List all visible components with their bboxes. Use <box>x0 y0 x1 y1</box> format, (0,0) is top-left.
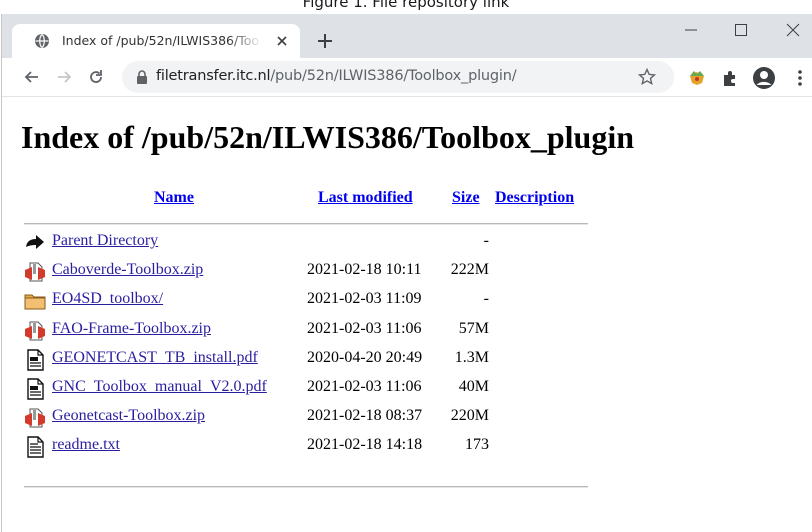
address-bar[interactable]: filetransfer.itc.nl/pub/52n/ILWIS386/Too… <box>122 61 674 93</box>
file-link[interactable]: EO4SD_toolbox/ <box>52 290 163 308</box>
file-row: GEONETCAST_TB_install.pdf 2020-04-20 20:4… <box>2 347 812 373</box>
document-icon <box>24 349 46 371</box>
globe-icon <box>35 34 49 48</box>
compressed-file-icon <box>24 320 46 342</box>
file-link[interactable]: Geonetcast-Toolbox.zip <box>52 407 205 425</box>
file-size: 222M <box>450 261 489 279</box>
browser-toolbar: filetransfer.itc.nl/pub/52n/ILWIS386/Too… <box>2 58 812 96</box>
tab-strip: Index of /pub/52n/ILWIS386/Toolbox_plugi… <box>2 14 812 58</box>
browser-window: Index of /pub/52n/ILWIS386/Toolbox_plugi… <box>1 14 812 532</box>
back-arrow-icon <box>24 232 46 254</box>
active-tab[interactable]: Index of /pub/52n/ILWIS386/Toolbox_plugi… <box>12 24 300 58</box>
text-file-icon <box>24 436 46 459</box>
bookmark-star-icon[interactable] <box>638 68 656 86</box>
size-column-header[interactable]: Size <box>452 189 480 207</box>
file-date: 2021-02-03 11:06 <box>307 378 422 395</box>
folder-icon <box>24 290 46 312</box>
description-column-header[interactable]: Description <box>495 189 574 207</box>
divider <box>24 223 588 225</box>
extension-fox-icon[interactable] <box>687 68 707 88</box>
new-tab-icon[interactable] <box>316 32 334 50</box>
file-listing: Name Last modified Size Description Pare… <box>2 97 812 532</box>
window-close-icon[interactable] <box>780 20 806 40</box>
last-modified-column-header[interactable]: Last modified <box>318 189 413 207</box>
file-date: 2021-02-18 10:11 <box>307 261 422 279</box>
file-size: 220M <box>450 407 489 425</box>
file-row: Parent Directory - <box>2 230 812 256</box>
file-size: 173 <box>465 436 489 454</box>
file-link[interactable]: Parent Directory <box>52 232 158 250</box>
compressed-file-icon <box>24 261 46 283</box>
file-row: EO4SD_toolbox/2021-02-03 11:09 - <box>2 288 812 314</box>
url-text[interactable]: filetransfer.itc.nl/pub/52n/ILWIS386/Too… <box>156 68 517 86</box>
file-row: Geonetcast-Toolbox.zip 2021-02-18 08:37 22… <box>2 405 812 431</box>
file-size: - <box>483 290 489 308</box>
forward-arrow-icon[interactable] <box>54 67 74 87</box>
file-link[interactable]: GNC_Toolbox_manual_V2.0.pdf <box>52 378 267 396</box>
divider <box>24 486 588 488</box>
file-size: - <box>483 232 489 249</box>
minimize-icon[interactable] <box>678 20 704 40</box>
file-date: 2021-02-03 11:06 <box>307 319 422 337</box>
file-link[interactable]: readme.txt <box>52 436 120 454</box>
back-arrow-icon[interactable] <box>22 67 42 87</box>
file-row: GNC_Toolbox_manual_V2.0.pdf 2021-02-03 11… <box>2 376 812 402</box>
file-link[interactable]: Caboverde-Toolbox.zip <box>52 261 203 279</box>
file-row: readme.txt 2021-02-18 14:18 173 <box>2 434 812 460</box>
figure-caption: Figure 1. File repository link <box>302 0 510 11</box>
name-column-header[interactable]: Name <box>154 189 194 207</box>
reload-icon[interactable] <box>86 67 106 87</box>
file-date: 2021-02-18 14:18 <box>307 436 423 454</box>
file-row: FAO-Frame-Toolbox.zip 2021-02-03 11:06 57M <box>2 318 812 344</box>
file-size: 1.3M <box>454 348 489 366</box>
document-icon <box>24 378 46 400</box>
maximize-icon[interactable] <box>728 20 754 40</box>
file-date: 2021-02-18 08:37 <box>307 407 423 425</box>
extensions-puzzle-icon[interactable] <box>720 68 740 88</box>
compressed-file-icon <box>24 407 46 429</box>
file-size: 40M <box>458 378 489 395</box>
file-link[interactable]: FAO-Frame-Toolbox.zip <box>52 320 211 338</box>
menu-kebab-icon[interactable] <box>794 68 806 88</box>
profile-avatar-icon[interactable] <box>752 66 776 90</box>
file-date: 2020-04-20 20:49 <box>307 348 423 366</box>
file-size: 57M <box>458 319 489 337</box>
file-row: Caboverde-Toolbox.zip 2021-02-18 10:11 222… <box>2 259 812 285</box>
close-tab-icon[interactable] <box>274 33 290 49</box>
file-link[interactable]: GEONETCAST_TB_install.pdf <box>52 349 258 367</box>
page-content: Index of /pub/52n/ILWIS386/Toolbox_plugi… <box>2 97 812 532</box>
lock-icon[interactable] <box>136 70 148 84</box>
file-date: 2021-02-03 11:09 <box>307 290 422 308</box>
